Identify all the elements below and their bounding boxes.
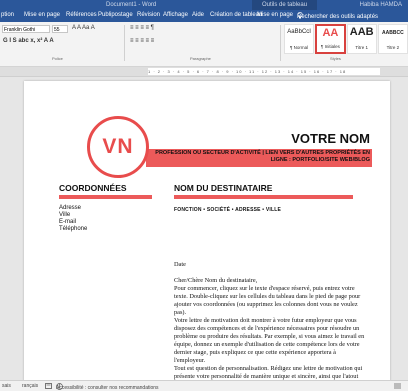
- profession-line[interactable]: PROFESSION OU SECTEUR D'ACTIVITÉ | LIEN …: [150, 150, 370, 164]
- tab-references[interactable]: Références: [66, 12, 97, 18]
- recipient-heading[interactable]: NOM DU DESTINATAIRE: [174, 183, 272, 193]
- tell-me-search[interactable]: Rechercher des outils adaptés: [297, 12, 378, 20]
- accessibility-status[interactable]: Accessibilité : consulter nos recommanda…: [56, 383, 159, 391]
- ribbon: Franklin Gothi 55 A A Aa A G I S abc x, …: [0, 22, 408, 67]
- tab-revision[interactable]: Révision: [137, 12, 160, 18]
- letter-paragraph[interactable]: Pour commencer, cliquez sur le texte d'e…: [174, 285, 366, 317]
- list-tools[interactable]: ≡ ≡ ≡ ≡ ¶: [130, 25, 154, 31]
- contact-address[interactable]: Adresse: [59, 205, 87, 212]
- tab-mise-en-page-tableau[interactable]: Mise en page: [257, 12, 293, 18]
- divider: [280, 25, 281, 61]
- contact-email[interactable]: E-mail: [59, 219, 87, 226]
- letter-body[interactable]: Date Cher/Chère Nom du destinataire, Pou…: [174, 261, 366, 389]
- style-sample: AABBCC: [382, 30, 404, 36]
- style-titre-2[interactable]: AABBCC Titre 2: [377, 24, 408, 54]
- contact-list: Adresse Ville E-mail Téléphone: [59, 205, 87, 233]
- style-initiales[interactable]: AA ¶ Initiales: [315, 24, 346, 54]
- style-name: Titre 1: [355, 45, 368, 50]
- tab-affichage[interactable]: Affichage: [163, 12, 188, 18]
- status-language[interactable]: rançais: [22, 383, 38, 389]
- styles-gallery: AaBbCcI ¶ Normal AA ¶ Initiales AAB Titr…: [284, 24, 408, 54]
- alignment-tools[interactable]: ≡ ≡ ≡ ≡ ≡: [130, 38, 154, 44]
- recipient-heading-bar: [174, 195, 353, 199]
- letter-date[interactable]: Date: [174, 261, 366, 269]
- divider: [124, 25, 125, 61]
- group-label-paragraphe: Paragraphe: [190, 56, 211, 61]
- status-bar: sais rançais Accessibilité : consulter n…: [0, 380, 408, 391]
- style-name: Titre 2: [386, 45, 400, 50]
- initials: VN: [102, 135, 134, 158]
- style-sample: AAB: [349, 26, 374, 38]
- contact-phone[interactable]: Téléphone: [59, 226, 87, 233]
- status-mode[interactable]: sais: [2, 383, 11, 389]
- tab-mise-en-page[interactable]: Mise en page: [24, 12, 60, 18]
- word-window: Document1 - Word Outils de tableau Habib…: [0, 0, 408, 391]
- style-sample: AaBbCcI: [287, 29, 311, 35]
- contact-city[interactable]: Ville: [59, 212, 87, 219]
- style-name: ¶ Initiales: [320, 44, 340, 49]
- letter-greeting[interactable]: Cher/Chère Nom du destinataire,: [174, 277, 366, 285]
- style-titre-1[interactable]: AAB Titre 1: [346, 24, 377, 54]
- document-title: Document1 - Word: [106, 2, 157, 8]
- tab-insertion[interactable]: ption: [1, 12, 14, 18]
- contact-heading[interactable]: COORDONNÉES: [59, 183, 127, 193]
- style-name: ¶ Normal: [290, 45, 309, 50]
- document-area: VN VOTRE NOM PROFESSION OU SECTEUR D'ACT…: [0, 77, 408, 388]
- initials-circle[interactable]: VN: [87, 116, 149, 178]
- search-label: Rechercher des outils adaptés: [297, 14, 379, 20]
- accessibility-label: Accessibilité : consulter nos recommanda…: [56, 385, 159, 391]
- contact-heading-bar: [59, 195, 152, 199]
- applicant-name[interactable]: VOTRE NOM: [291, 131, 370, 146]
- font-format-tools[interactable]: G I S abc x, x² A A: [3, 38, 54, 44]
- tab-creation-tableau[interactable]: Création de tableau: [210, 12, 262, 18]
- title-bar: Document1 - Word Outils de tableau Habib…: [0, 0, 408, 10]
- horizontal-ruler[interactable]: 1 · 2 · 3 · 4 · 5 · 6 · 7 · 8 · 9 · 10 ·…: [0, 67, 408, 77]
- group-label-police: Police: [52, 56, 63, 61]
- font-grow-shrink-tools[interactable]: A A Aa A: [72, 25, 95, 31]
- font-size-box[interactable]: 55: [52, 25, 68, 33]
- style-sample: AA: [322, 27, 339, 39]
- group-label-styles: Styles: [330, 56, 341, 61]
- ruler-scale: 1 · 2 · 3 · 4 · 5 · 6 · 7 · 8 · 9 · 10 ·…: [148, 68, 380, 75]
- font-name-box[interactable]: Franklin Gothi: [2, 25, 50, 33]
- view-mode-icon[interactable]: [394, 383, 401, 389]
- ribbon-tabs: ption Mise en page Références Publiposta…: [0, 10, 408, 22]
- context-tab-label: Outils de tableau: [252, 0, 318, 10]
- document-page[interactable]: VN VOTRE NOM PROFESSION OU SECTEUR D'ACT…: [24, 81, 390, 388]
- tab-aide[interactable]: Aide: [192, 12, 204, 18]
- style-normal[interactable]: AaBbCcI ¶ Normal: [284, 24, 315, 54]
- letter-paragraph[interactable]: Votre lettre de motivation doit montrer …: [174, 317, 366, 365]
- user-name[interactable]: Habiba HAMDA: [360, 0, 402, 10]
- macro-record-icon[interactable]: [45, 383, 52, 389]
- recipient-details[interactable]: FONCTION • SOCIÉTÉ • ADRESSE • VILLE: [174, 207, 281, 213]
- tab-publipostage[interactable]: Publipostage: [98, 12, 133, 18]
